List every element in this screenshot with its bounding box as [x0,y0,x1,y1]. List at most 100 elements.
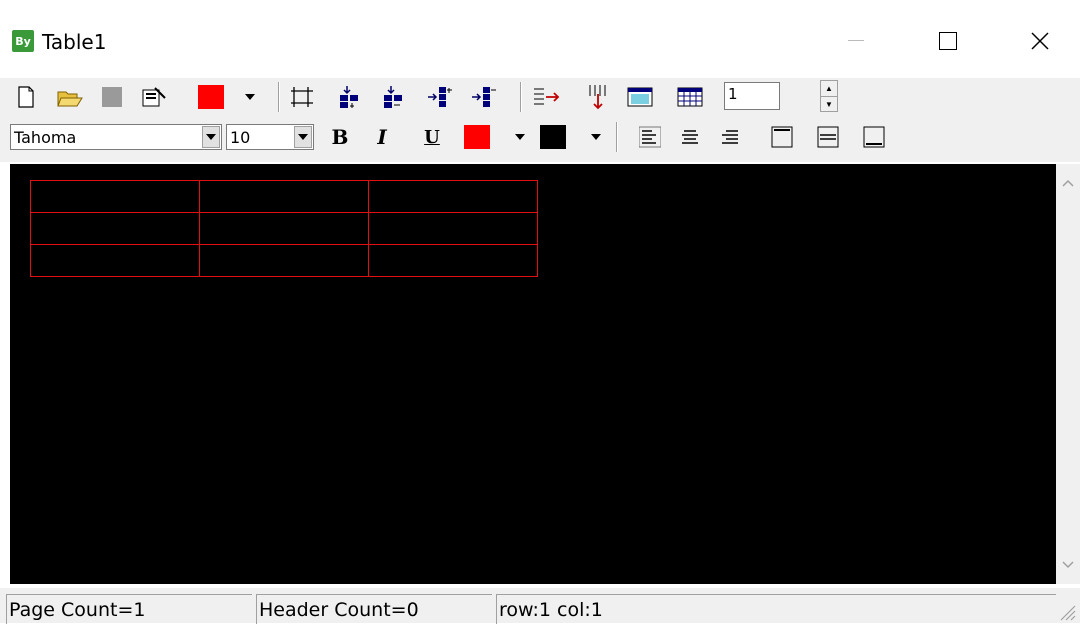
new-file-icon [18,86,34,108]
minimize-icon [848,40,864,41]
close-icon [1031,32,1049,50]
table-border-icon [291,87,313,107]
spin-value-input[interactable]: 1 [724,82,780,110]
delete-row-button[interactable] [380,82,408,112]
split-cells-icon [589,85,606,110]
separator [616,122,618,152]
toolbar-area: 1 ▲ ▼ Tahoma 10 B I U [0,78,1080,162]
chevron-down-icon [206,134,216,140]
font-size-dropdown[interactable] [294,126,312,148]
align-right-icon [722,130,738,144]
back-color-dropdown[interactable] [586,122,606,152]
underline-button[interactable]: U [418,122,446,152]
font-name-select[interactable]: Tahoma [10,124,222,150]
valign-middle-button[interactable] [814,122,842,152]
valign-top-icon [771,126,793,148]
scroll-down-icon[interactable] [1056,554,1080,576]
chevron-down-icon [298,134,308,140]
table-cell[interactable] [30,212,200,245]
table-cell[interactable] [368,212,538,245]
table-cell[interactable] [199,212,369,245]
bold-button[interactable]: B [326,122,354,152]
new-button[interactable] [12,82,40,112]
insert-column-icon [428,87,452,107]
table-grid[interactable] [30,180,538,277]
table-grid-icon [677,87,703,107]
spin-control[interactable]: ▲ ▼ [820,80,838,112]
fill-color-button[interactable] [196,82,224,112]
minimize-button[interactable] [836,24,876,58]
open-button[interactable] [56,82,84,112]
merge-cells-icon [534,88,560,105]
merge-right-button[interactable] [532,82,560,112]
color-swatch-icon [198,85,224,109]
merge-down-button[interactable] [584,82,612,112]
back-color-button[interactable] [538,122,566,152]
table-borders-button[interactable] [288,82,316,112]
font-color-swatch-icon [464,125,490,149]
table-layout-button[interactable] [626,82,654,112]
table-cell[interactable] [199,244,369,277]
save-button[interactable] [98,82,126,112]
align-left-button[interactable] [636,122,664,152]
font-name-dropdown[interactable] [202,126,220,148]
title-bar: By Table1 [0,0,1080,78]
status-position: row:1 col:1 [496,594,1056,624]
app-icon: By [12,30,34,52]
resize-grip-icon[interactable] [1056,601,1076,621]
open-folder-icon [57,91,83,107]
align-right-button[interactable] [716,122,744,152]
delete-column-icon [472,87,496,107]
separator [520,82,522,112]
align-center-button[interactable] [676,122,704,152]
table-row [30,244,538,277]
align-left-icon [639,126,661,148]
align-center-icon [682,130,698,144]
table-cell[interactable] [199,180,369,213]
status-header-count: Header Count=0 [256,594,492,624]
italic-button[interactable]: I [368,122,396,152]
table-row [30,180,538,213]
valign-top-button[interactable] [768,122,796,152]
table-cell[interactable] [30,244,200,277]
spin-up-icon[interactable]: ▲ [821,81,837,97]
vertical-scrollbar[interactable] [1056,164,1080,584]
table-row [30,212,538,245]
insert-row-button[interactable] [336,82,364,112]
insert-column-button[interactable] [426,82,454,112]
fill-color-dropdown[interactable] [240,82,260,112]
insert-row-icon [340,86,358,108]
toolbar-format: Tahoma 10 B I U [0,118,1080,156]
maximize-button[interactable] [928,24,968,58]
chevron-down-icon [591,134,601,140]
table-cell[interactable] [368,244,538,277]
table-grid-button[interactable] [676,82,704,112]
table-cell[interactable] [30,180,200,213]
spin-down-icon[interactable]: ▼ [821,97,837,112]
separator [278,82,280,112]
back-color-swatch-icon [540,125,566,149]
font-color-button[interactable] [462,122,490,152]
scroll-up-icon[interactable] [1056,172,1080,194]
spin-value: 1 [728,85,738,103]
valign-middle-icon [817,126,839,148]
properties-button[interactable] [140,82,168,112]
table-layout-icon [627,87,653,107]
close-button[interactable] [1020,24,1060,58]
toolbar-main: 1 ▲ ▼ [0,78,1080,116]
status-page-count: Page Count=1 [6,594,252,624]
font-name-value: Tahoma [14,128,77,147]
font-size-value: 10 [230,128,251,147]
chevron-down-icon [515,134,525,140]
save-icon [102,87,122,107]
delete-row-icon [384,86,402,108]
valign-bottom-button[interactable] [860,122,888,152]
delete-column-button[interactable] [470,82,498,112]
status-bar: Page Count=1 Header Count=0 row:1 col:1 [0,588,1080,624]
table-cell[interactable] [368,180,538,213]
font-color-dropdown[interactable] [510,122,530,152]
font-size-select[interactable]: 10 [226,124,314,150]
table-canvas[interactable] [10,164,1056,584]
chevron-down-icon [245,94,255,100]
maximize-icon [939,32,957,50]
